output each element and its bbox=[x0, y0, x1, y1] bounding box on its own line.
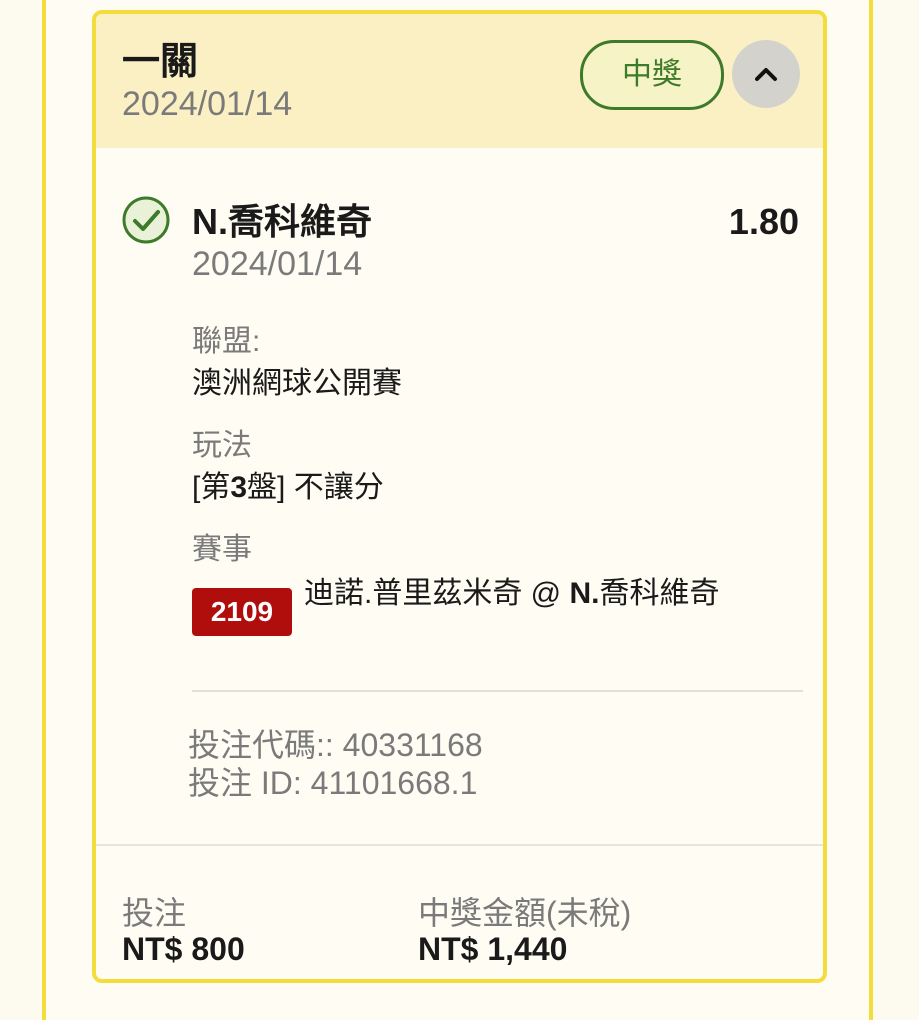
event-name-part2: N. bbox=[569, 577, 600, 610]
footer-divider bbox=[96, 844, 823, 846]
event-name: 迪諾.普里茲米奇 @ N.喬科維奇 bbox=[304, 576, 724, 612]
league-value: 澳洲網球公開賽 bbox=[192, 367, 402, 400]
bet-card: 一關 2024/01/14 中獎 N.喬科維奇 1.80 2024/01/14 … bbox=[92, 10, 827, 983]
event-label: 賽事 bbox=[192, 533, 252, 566]
selection-name: N.喬科維奇 bbox=[192, 201, 373, 242]
bet-date: 2024/01/14 bbox=[122, 85, 293, 123]
payout-value: NT$ 1,440 bbox=[418, 931, 568, 967]
chevron-up-icon bbox=[755, 68, 777, 81]
bet-card-header[interactable]: 一關 2024/01/14 中獎 bbox=[96, 14, 823, 148]
divider bbox=[192, 690, 803, 692]
status-badge: 中獎 bbox=[580, 40, 724, 110]
bet-id: 投注 ID: 41101668.1 bbox=[188, 765, 478, 801]
market-value: [第3盤] 不讓分 bbox=[192, 470, 384, 506]
odds-value: 1.80 bbox=[728, 201, 799, 242]
bet-code: 投注代碼:: 40331168 bbox=[188, 727, 483, 763]
market-set: 3 bbox=[230, 471, 248, 504]
collapse-button[interactable] bbox=[732, 40, 800, 108]
check-circle-icon bbox=[122, 196, 170, 244]
stake-value: NT$ 800 bbox=[122, 931, 245, 967]
stake-label: 投注 bbox=[122, 895, 187, 931]
event-code-badge: 2109 bbox=[192, 588, 292, 636]
payout-label: 中獎金額(未稅) bbox=[418, 895, 632, 931]
bet-type-title: 一關 bbox=[122, 41, 199, 83]
market-prefix: [第 bbox=[192, 471, 231, 504]
event-name-part3: 喬科維奇 bbox=[599, 577, 720, 610]
league-label: 聯盟: bbox=[192, 325, 261, 358]
market-label: 玩法 bbox=[192, 429, 252, 462]
market-suffix: 盤] 不讓分 bbox=[247, 471, 384, 504]
selection-date: 2024/01/14 bbox=[192, 245, 363, 283]
event-name-part1: 迪諾.普里茲米奇 @ bbox=[304, 577, 570, 610]
